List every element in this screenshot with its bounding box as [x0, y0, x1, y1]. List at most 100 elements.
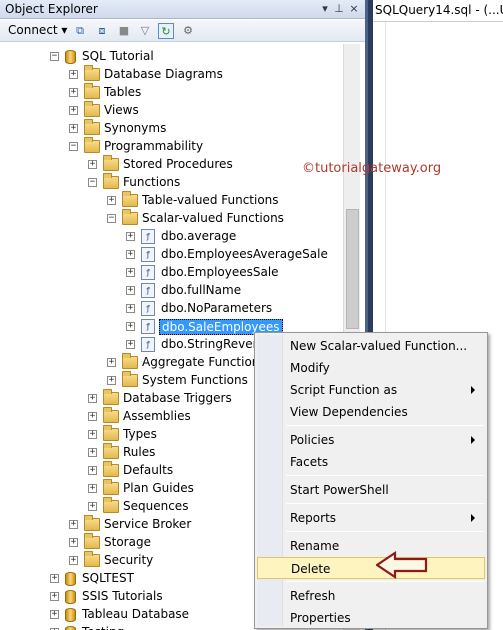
tree-node-programmability[interactable]: − Programmability [0, 137, 343, 156]
function-icon: ƒ [141, 301, 155, 316]
database-icon [65, 590, 76, 604]
expand-icon[interactable]: + [88, 430, 97, 439]
tree-node-sql-tutorial[interactable]: − SQL Tutorial [0, 48, 343, 66]
tree-node-functions[interactable]: − Functions [0, 173, 343, 192]
expand-icon[interactable]: + [69, 70, 78, 79]
expand-icon[interactable]: + [88, 160, 97, 169]
connect-server-icon[interactable]: ⧉ [72, 23, 88, 39]
tree-node-database-diagrams[interactable]: + Database Diagrams [0, 65, 343, 84]
folder-icon [122, 371, 138, 387]
menu-item-script-function-as[interactable]: Script Function as [257, 379, 485, 401]
menu-item-rename[interactable]: Rename [257, 535, 485, 557]
expand-icon[interactable]: + [126, 340, 135, 349]
expand-icon[interactable]: + [69, 556, 78, 565]
query-editor-tab[interactable]: SQLQuery14.sql - (...URS [373, 0, 503, 22]
expand-icon[interactable]: + [88, 412, 97, 421]
disconnect-icon[interactable]: ⧈ [94, 23, 110, 39]
menu-item-label: Policies [290, 433, 335, 447]
tree-node-dbo-fullname[interactable]: + ƒ dbo.fullName [0, 282, 343, 300]
tree-node-synonyms[interactable]: + Synonyms [0, 119, 343, 138]
close-icon[interactable]: × [347, 2, 361, 16]
folder-icon [84, 137, 100, 153]
menu-item-new-scalar-valued-function[interactable]: New Scalar-valued Function... [257, 335, 485, 357]
expand-icon[interactable]: + [107, 376, 116, 385]
tree-node-views[interactable]: + Views [0, 101, 343, 120]
expand-icon[interactable]: + [88, 448, 97, 457]
tree-node-scalar-valued-functions[interactable]: − Scalar-valued Functions [0, 209, 343, 228]
tree-node-stored-procedures[interactable]: + Stored Procedures [0, 155, 343, 174]
expand-icon[interactable]: + [126, 232, 135, 241]
expand-icon[interactable]: + [50, 574, 59, 583]
object-explorer-titlebar: Object Explorer ▾ ⊥ × [0, 0, 365, 19]
expand-icon[interactable]: + [69, 124, 78, 133]
menu-item-label: View Dependencies [290, 405, 408, 419]
menu-item-reports[interactable]: Reports [257, 507, 485, 529]
tree-node-dbo-employeessale[interactable]: + ƒ dbo.EmployeesSale [0, 264, 343, 282]
expand-icon[interactable]: + [69, 520, 78, 529]
red-arrow-annotation [376, 551, 428, 579]
menu-item-refresh[interactable]: Refresh [257, 585, 485, 607]
folder-icon [103, 443, 119, 459]
tree-node-label: Sequences [123, 499, 189, 513]
filter-icon[interactable]: ▽ [137, 23, 153, 39]
collapse-icon[interactable]: − [88, 178, 97, 187]
menu-item-properties[interactable]: Properties [257, 607, 485, 629]
expand-icon[interactable]: + [50, 610, 59, 619]
expand-icon[interactable]: + [88, 502, 97, 511]
expand-icon[interactable]: + [69, 538, 78, 547]
tree-node-label: SQL Tutorial [82, 49, 154, 63]
tree-node-label: System Functions [142, 373, 248, 387]
tree-node-dbo-employeesaveragesale[interactable]: + ƒ dbo.EmployeesAverageSale [0, 246, 343, 264]
expand-icon[interactable]: + [126, 322, 135, 331]
expand-icon[interactable]: + [126, 250, 135, 259]
expand-icon[interactable]: + [107, 358, 116, 367]
expand-icon[interactable]: + [88, 394, 97, 403]
submenu-arrow-icon [471, 436, 475, 444]
scrollbar-thumb[interactable] [346, 209, 359, 329]
activity-monitor-icon[interactable]: ⚙ [180, 23, 196, 39]
menu-separator [286, 475, 484, 476]
tree-node-label: Plan Guides [123, 481, 194, 495]
tree-node-tables[interactable]: + Tables [0, 83, 343, 102]
expand-icon[interactable]: + [107, 196, 116, 205]
function-icon: ƒ [141, 283, 155, 298]
menu-item-label: Reports [290, 511, 337, 525]
tree-node-label: Scalar-valued Functions [142, 211, 284, 225]
database-icon [65, 50, 76, 64]
tree-node-label: dbo.NoParameters [161, 301, 273, 315]
expand-icon[interactable]: + [50, 592, 59, 601]
folder-icon [84, 83, 100, 99]
folder-icon [122, 209, 138, 225]
tree-node-label: dbo.average [161, 229, 237, 243]
menu-item-view-dependencies[interactable]: View Dependencies [257, 401, 485, 423]
menu-separator [286, 531, 484, 532]
menu-item-delete[interactable]: Delete [257, 557, 485, 579]
tree-node-dbo-average[interactable]: + ƒ dbo.average [0, 228, 343, 246]
tree-node-dbo-noparameters[interactable]: + ƒ dbo.NoParameters [0, 300, 343, 318]
expand-icon[interactable]: + [69, 88, 78, 97]
expand-icon[interactable]: + [88, 484, 97, 493]
menu-item-facets[interactable]: Facets [257, 451, 485, 473]
collapse-icon[interactable]: − [50, 52, 59, 61]
pin-icon[interactable]: ⊥ [332, 2, 346, 16]
expand-icon[interactable]: + [126, 286, 135, 295]
menu-item-policies[interactable]: Policies [257, 429, 485, 451]
expand-icon[interactable]: + [88, 466, 97, 475]
connect-button[interactable]: Connect ▾ [8, 23, 67, 37]
tree-node-label: dbo.EmployeesAverageSale [161, 247, 328, 261]
menu-item-modify[interactable]: Modify [257, 357, 485, 379]
function-icon: ƒ [141, 319, 155, 334]
tree-node-table-valued-functions[interactable]: + Table-valued Functions [0, 191, 343, 210]
menu-item-start-powershell[interactable]: Start PowerShell [257, 479, 485, 501]
folder-icon [84, 101, 100, 117]
collapse-icon[interactable]: − [107, 214, 116, 223]
expand-icon[interactable]: + [126, 304, 135, 313]
expand-icon[interactable]: + [69, 106, 78, 115]
query-tab-title: SQLQuery14.sql - (...URS [375, 3, 503, 17]
folder-icon [84, 533, 100, 549]
refresh-icon[interactable]: ↻ [158, 23, 174, 39]
expand-icon[interactable]: + [126, 268, 135, 277]
collapse-icon[interactable]: − [69, 142, 78, 151]
window-position-dropdown-icon[interactable]: ▾ [318, 2, 332, 16]
stop-icon[interactable]: ■ [116, 23, 132, 39]
